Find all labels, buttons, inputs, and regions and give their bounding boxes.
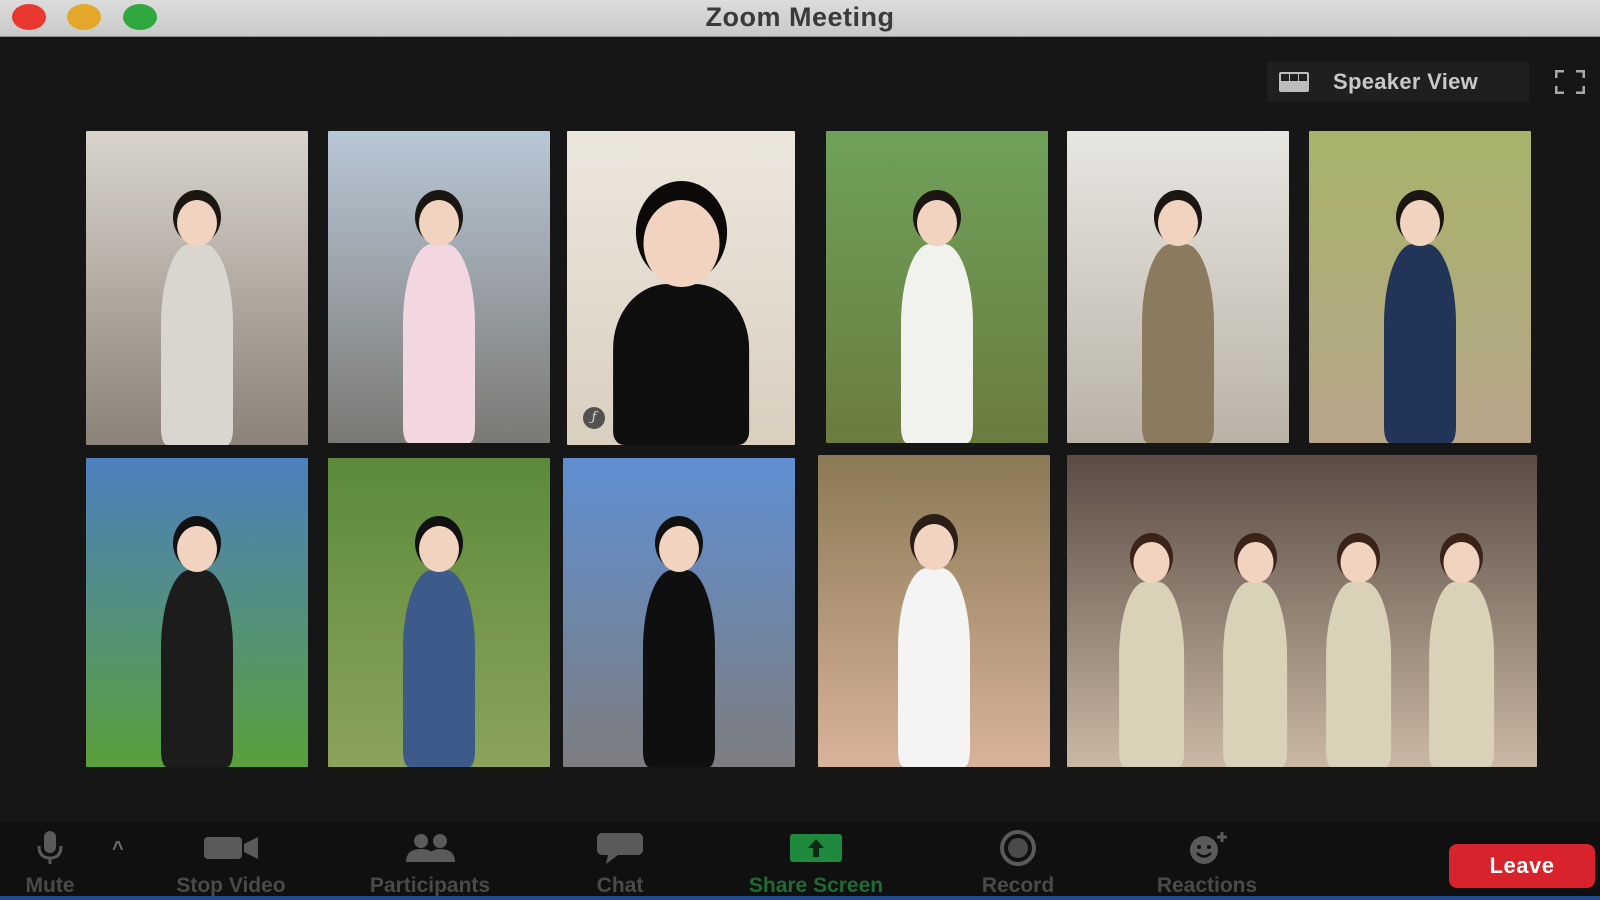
participant-head	[1340, 542, 1377, 584]
share-screen-button[interactable]: Share Screen	[728, 822, 904, 900]
participant-body	[1142, 243, 1214, 443]
participant-video-tile[interactable]	[86, 458, 308, 767]
participant-figure	[596, 200, 767, 445]
chevron-up-icon[interactable]: ^	[112, 838, 124, 861]
speaker-view-label: Speaker View	[1333, 69, 1479, 94]
participant-figure	[1318, 542, 1399, 767]
participant-body	[1222, 581, 1288, 767]
fullscreen-button[interactable]	[1550, 62, 1590, 102]
reactions-label: Reactions	[1156, 874, 1258, 897]
tile-badge-icon: ƒ	[583, 407, 605, 429]
participant-video-tile[interactable]	[818, 455, 1050, 767]
participants-button[interactable]: Participants	[352, 822, 508, 900]
participant-body	[403, 243, 475, 443]
participants-label: Participants	[369, 874, 491, 897]
participant-body	[643, 569, 715, 767]
participant-video-tile[interactable]	[1067, 131, 1289, 443]
participant-body	[403, 569, 475, 767]
reactions-icon	[1190, 832, 1227, 864]
participant-body	[161, 244, 233, 445]
participant-figure	[634, 525, 724, 767]
participant-head	[419, 525, 459, 572]
participant-video-tile[interactable]	[826, 131, 1048, 443]
share-screen-icon	[790, 834, 842, 862]
participant-figure	[892, 199, 982, 443]
participant-figure	[1421, 542, 1502, 767]
participant-body	[898, 567, 970, 767]
participant-body	[1325, 581, 1391, 767]
participant-video-tile[interactable]: ƒ	[567, 131, 795, 445]
record-label: Record	[981, 874, 1055, 897]
participant-head	[1443, 542, 1480, 584]
video-camera-icon	[204, 837, 258, 859]
participant-video-tile[interactable]	[328, 131, 550, 443]
participant-head	[659, 525, 699, 572]
participant-head	[1237, 542, 1273, 584]
participants-icon	[406, 834, 455, 862]
mute-button[interactable]: Mute	[12, 822, 88, 900]
participant-video-tile[interactable]	[1067, 455, 1537, 767]
record-button[interactable]: Record	[968, 822, 1068, 900]
bottom-edge-strip	[0, 896, 1600, 900]
participant-figure	[889, 523, 979, 767]
participant-video-tile[interactable]	[1309, 131, 1531, 443]
participant-head	[914, 523, 954, 570]
gallery-grid-icon	[1279, 72, 1309, 92]
participant-head	[1158, 199, 1198, 246]
chat-label: Chat	[596, 874, 644, 897]
participant-head	[917, 199, 957, 246]
stop-video-button[interactable]: Stop Video	[156, 822, 306, 900]
zoom-window: Zoom Meeting Speaker View ƒ Mute ^ Stop …	[0, 0, 1600, 900]
reactions-button[interactable]: Reactions	[1140, 822, 1274, 900]
participant-head	[1133, 542, 1170, 584]
mute-label: Mute	[25, 874, 75, 897]
leave-meeting-button[interactable]: Leave	[1449, 844, 1595, 888]
share-screen-label: Share Screen	[748, 874, 884, 897]
participant-head	[177, 525, 217, 572]
participant-head	[1400, 199, 1440, 246]
participant-head	[419, 199, 459, 246]
participant-figure	[1375, 199, 1465, 443]
participant-video-tile[interactable]	[86, 131, 308, 445]
chat-bubble-icon	[597, 833, 643, 864]
fullscreen-icon	[1555, 70, 1585, 94]
record-icon	[1000, 830, 1036, 866]
participant-figure	[152, 525, 242, 767]
participant-body	[1384, 243, 1456, 443]
participant-figure	[394, 525, 484, 767]
window-title: Zoom Meeting	[705, 2, 895, 32]
stop-video-label: Stop Video	[176, 874, 286, 897]
participant-figure	[1111, 542, 1192, 767]
participant-figure	[1215, 542, 1296, 767]
participant-figure	[1133, 199, 1223, 443]
participant-body	[1429, 581, 1495, 767]
participant-head	[177, 200, 217, 247]
participant-body	[161, 569, 233, 767]
speaker-view-button[interactable]: Speaker View	[1267, 62, 1529, 102]
participant-head	[643, 200, 719, 288]
participant-body	[901, 243, 973, 443]
microphone-icon	[37, 831, 63, 864]
title-bar: Zoom Meeting	[0, 0, 1600, 37]
chat-button[interactable]: Chat	[578, 822, 662, 900]
participant-figure	[394, 199, 484, 443]
participant-figure	[152, 200, 242, 445]
participant-body	[612, 283, 750, 445]
participant-video-tile[interactable]	[563, 458, 795, 767]
participant-video-tile[interactable]	[328, 458, 550, 767]
participant-body	[1119, 581, 1184, 767]
